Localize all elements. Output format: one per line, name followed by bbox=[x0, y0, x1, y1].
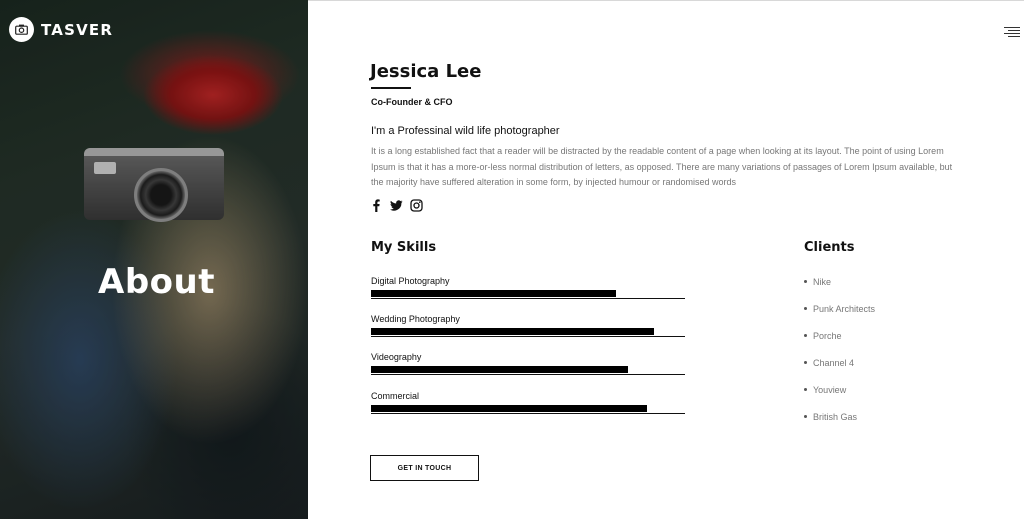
get-in-touch-button[interactable]: GET IN TOUCH bbox=[370, 455, 479, 481]
camera-icon bbox=[9, 17, 34, 42]
clients-title: Clients bbox=[804, 240, 855, 255]
skill-label: Commercial bbox=[371, 391, 420, 401]
hero-overlay bbox=[0, 0, 308, 519]
client-item: Youview bbox=[804, 382, 875, 409]
client-item: British Gas bbox=[804, 409, 875, 436]
profile-tagline: I'm a Professinal wild life photographer bbox=[371, 125, 560, 137]
client-item: Porche bbox=[804, 328, 875, 355]
skill-label: Videography bbox=[371, 352, 422, 362]
hamburger-menu-icon[interactable] bbox=[1004, 27, 1020, 37]
brand-name: TASVER bbox=[41, 20, 114, 39]
skill-progress-track bbox=[371, 290, 685, 299]
twitter-icon[interactable] bbox=[390, 199, 403, 212]
client-item: Channel 4 bbox=[804, 355, 875, 382]
skill-progress-track bbox=[371, 405, 685, 414]
client-name: British Gas bbox=[813, 412, 858, 422]
instagram-icon[interactable] bbox=[410, 199, 423, 212]
profile-bio: It is a long established fact that a rea… bbox=[371, 146, 953, 187]
client-name: Punk Architects bbox=[813, 304, 876, 314]
client-item: Punk Architects bbox=[804, 301, 875, 328]
client-item: Nike bbox=[804, 274, 875, 301]
skill-progress-fill bbox=[371, 328, 654, 335]
bullet bbox=[804, 388, 807, 391]
hero-photo-panel: TASVER About bbox=[0, 0, 308, 519]
skill-item: Wedding Photography bbox=[371, 314, 685, 337]
skill-item: Digital Photography bbox=[371, 276, 685, 299]
skill-label: Digital Photography bbox=[371, 276, 450, 286]
bullet bbox=[804, 280, 807, 283]
name-underline bbox=[371, 87, 411, 89]
skill-progress-track bbox=[371, 366, 685, 375]
skill-progress-fill bbox=[371, 405, 648, 412]
profile-name: Jessica Lee bbox=[370, 61, 482, 82]
bullet bbox=[804, 307, 807, 310]
facebook-icon[interactable] bbox=[370, 199, 383, 212]
profile-role: Co-Founder & CFO bbox=[371, 97, 453, 107]
bullet bbox=[804, 361, 807, 364]
skill-label: Wedding Photography bbox=[371, 314, 460, 324]
skill-item: Commercial bbox=[371, 391, 685, 414]
brand-logo[interactable]: TASVER bbox=[9, 17, 113, 42]
clients-list: Nike Punk Architects Porche Channel 4 Yo… bbox=[804, 274, 875, 436]
skills-title: My Skills bbox=[371, 240, 437, 255]
client-name: Porche bbox=[813, 331, 842, 341]
client-name: Nike bbox=[813, 277, 832, 287]
skill-progress-fill bbox=[371, 366, 629, 373]
client-name: Channel 4 bbox=[813, 358, 855, 368]
bullet bbox=[804, 334, 807, 337]
skill-progress-fill bbox=[371, 290, 616, 297]
bullet bbox=[804, 415, 807, 418]
skill-progress-track bbox=[371, 328, 685, 337]
skill-item: Videography bbox=[371, 352, 685, 375]
client-name: Youview bbox=[813, 385, 847, 395]
hero-title: About bbox=[98, 262, 215, 302]
social-links bbox=[370, 199, 423, 212]
